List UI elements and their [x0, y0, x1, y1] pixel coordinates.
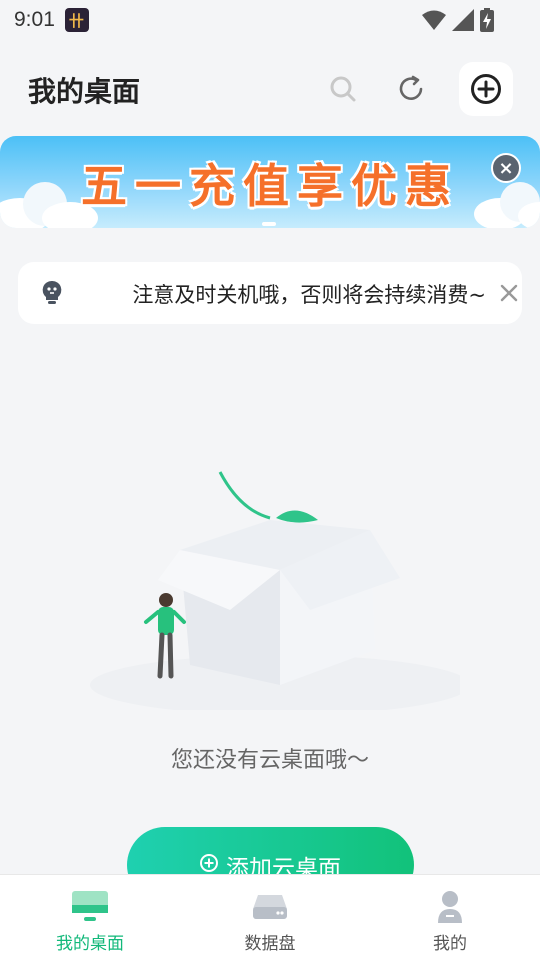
page-title: 我的桌面	[28, 75, 141, 108]
banner-close-button[interactable]: ×	[491, 153, 521, 183]
refresh-button[interactable]	[388, 66, 434, 112]
user-icon	[438, 891, 462, 923]
add-button[interactable]	[459, 62, 513, 116]
banner-page-indicator	[262, 222, 276, 226]
desktop-icon	[72, 891, 108, 921]
cellular-signal-icon	[452, 9, 474, 31]
nav-label-profile: 我的	[433, 934, 467, 954]
battery-icon	[480, 8, 494, 32]
close-icon: ×	[498, 157, 514, 179]
empty-box-illustration	[90, 471, 460, 710]
hard-drive-icon	[253, 895, 287, 919]
nav-item-data-disk[interactable]: 数据盘	[180, 875, 360, 960]
nav-label-my-desktop: 我的桌面	[56, 934, 124, 954]
app-notification-icon: 卄	[64, 8, 89, 32]
notice-bar: 注意及时关机哦，否则将会持续消费~	[18, 262, 522, 324]
wifi-icon	[422, 10, 446, 30]
promo-banner[interactable]: 五一充值享优惠	[0, 136, 540, 228]
top-header: 我的桌面	[0, 60, 540, 118]
lightbulb-icon	[42, 280, 62, 304]
notice-close-icon[interactable]	[496, 280, 522, 306]
refresh-icon	[399, 75, 423, 100]
notice-text-container: 注意及时关机哦，否则将会持续消费~	[78, 279, 486, 309]
search-button[interactable]	[320, 66, 366, 112]
status-bar: 9:01 卄	[0, 0, 540, 40]
notice-text: 注意及时关机哦，否则将会持续消费~	[132, 283, 486, 307]
empty-state-message: 您还没有云桌面哦～	[170, 748, 369, 773]
nav-item-my-desktop[interactable]: 我的桌面	[0, 875, 180, 960]
search-icon	[330, 76, 356, 102]
bottom-nav: 我的桌面 数据盘 我的	[0, 874, 540, 960]
plus-circle-icon	[471, 74, 501, 104]
plus-circle-icon	[200, 854, 218, 872]
nav-item-profile[interactable]: 我的	[360, 875, 540, 960]
banner-headline: 五一充值享优惠	[81, 159, 459, 213]
nav-label-data-disk: 数据盘	[244, 934, 296, 954]
status-time: 9:01	[14, 8, 55, 31]
status-indicators	[422, 8, 494, 32]
